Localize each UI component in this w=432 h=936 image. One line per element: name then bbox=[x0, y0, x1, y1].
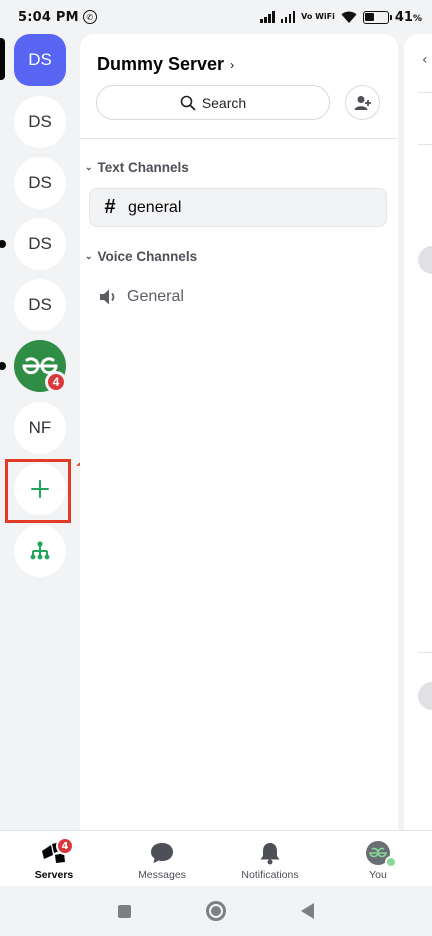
notification-badge: 4 bbox=[45, 371, 67, 393]
server-name: Dummy Server bbox=[97, 54, 225, 74]
avatar bbox=[366, 841, 397, 868]
battery-icon bbox=[362, 10, 392, 24]
battery-percent: 41% bbox=[394, 9, 422, 25]
divider bbox=[418, 652, 432, 653]
tab-messages[interactable]: Messages bbox=[108, 831, 216, 886]
chat-bubble-icon bbox=[151, 843, 173, 863]
notification-badge: 4 bbox=[56, 837, 74, 855]
category-voice-channels[interactable]: ⌄ Voice Channels bbox=[85, 249, 197, 264]
tab-label: Servers bbox=[34, 869, 74, 881]
channel-label: General bbox=[127, 287, 184, 305]
server-label: DS bbox=[28, 173, 52, 192]
status-time: 5:04 PM bbox=[18, 9, 79, 25]
server-label: DS bbox=[28, 112, 52, 131]
wifi-icon bbox=[341, 11, 357, 24]
unread-indicator bbox=[0, 362, 6, 370]
server-item[interactable]: DS bbox=[14, 218, 66, 270]
server-label: DS bbox=[28, 234, 52, 253]
channel-label: general bbox=[128, 198, 182, 216]
tab-servers[interactable]: 4 Servers bbox=[0, 831, 108, 886]
category-label: Text Channels bbox=[97, 160, 189, 175]
back-arrow-icon: ‹ bbox=[422, 52, 428, 68]
tab-label: You bbox=[369, 869, 387, 881]
unread-indicator bbox=[0, 240, 6, 248]
whatsapp-icon: ✆ bbox=[82, 10, 97, 24]
server-rail: DS DS DS DS DS 4 NF bbox=[0, 34, 80, 830]
server-item[interactable]: DS bbox=[14, 279, 66, 331]
avatar bbox=[418, 246, 432, 274]
server-label: NF bbox=[28, 418, 52, 437]
channel-general-text[interactable]: # general bbox=[89, 188, 387, 227]
bottom-navigation: 4 Servers Messages Notifications You bbox=[0, 830, 432, 886]
home-button[interactable] bbox=[205, 901, 226, 921]
chat-panel-peek[interactable]: ‹ bbox=[404, 34, 432, 830]
add-user-icon bbox=[354, 95, 371, 110]
bell-icon bbox=[260, 843, 280, 865]
chevron-right-icon: › bbox=[230, 57, 235, 72]
server-name-header[interactable]: Dummy Server › bbox=[97, 54, 234, 75]
selected-server-indicator bbox=[0, 38, 5, 80]
server-label: DS bbox=[28, 50, 52, 69]
server-item[interactable]: DS bbox=[14, 96, 66, 148]
server-item[interactable]: NF bbox=[14, 402, 66, 454]
channel-panel: Dummy Server › Search ⌄ Text Channels # … bbox=[80, 34, 398, 830]
status-bar: 5:04 PM ✆ Vo WiFi 41% bbox=[0, 0, 432, 34]
divider bbox=[418, 144, 432, 145]
signal-icon bbox=[280, 11, 296, 23]
server-item[interactable]: DS bbox=[14, 34, 66, 86]
tab-label: Messages bbox=[138, 869, 186, 881]
hub-icon bbox=[30, 541, 50, 560]
channel-general-voice[interactable]: General bbox=[89, 277, 387, 316]
online-status-icon bbox=[385, 856, 397, 868]
invite-members-button[interactable] bbox=[345, 85, 380, 120]
divider bbox=[418, 92, 432, 93]
server-item[interactable]: DS bbox=[14, 157, 66, 209]
signal-icon bbox=[260, 11, 275, 23]
category-text-channels[interactable]: ⌄ Text Channels bbox=[85, 160, 189, 175]
tab-you[interactable]: You bbox=[324, 831, 432, 886]
search-button[interactable]: Search bbox=[96, 85, 330, 120]
chevron-down-icon: ⌄ bbox=[85, 251, 93, 261]
tab-notifications[interactable]: Notifications bbox=[216, 831, 324, 886]
chevron-down-icon: ⌄ bbox=[85, 162, 93, 172]
system-navigation-bar bbox=[0, 886, 432, 936]
divider bbox=[80, 138, 398, 139]
discover-button[interactable] bbox=[14, 525, 66, 577]
search-icon bbox=[180, 95, 196, 110]
back-button[interactable] bbox=[301, 903, 315, 919]
server-label: DS bbox=[28, 295, 52, 314]
recents-button[interactable] bbox=[117, 904, 131, 918]
text-channel-hash-icon: # bbox=[104, 196, 116, 218]
server-item-gfg[interactable]: 4 bbox=[14, 340, 67, 393]
category-label: Voice Channels bbox=[97, 249, 198, 264]
tab-label: Notifications bbox=[241, 869, 299, 881]
search-label: Search bbox=[201, 94, 247, 111]
speaker-icon bbox=[100, 289, 115, 304]
avatar bbox=[418, 682, 432, 710]
vowifi-label: Vo WiFi bbox=[301, 12, 335, 21]
annotation-highlight-box bbox=[5, 459, 71, 523]
